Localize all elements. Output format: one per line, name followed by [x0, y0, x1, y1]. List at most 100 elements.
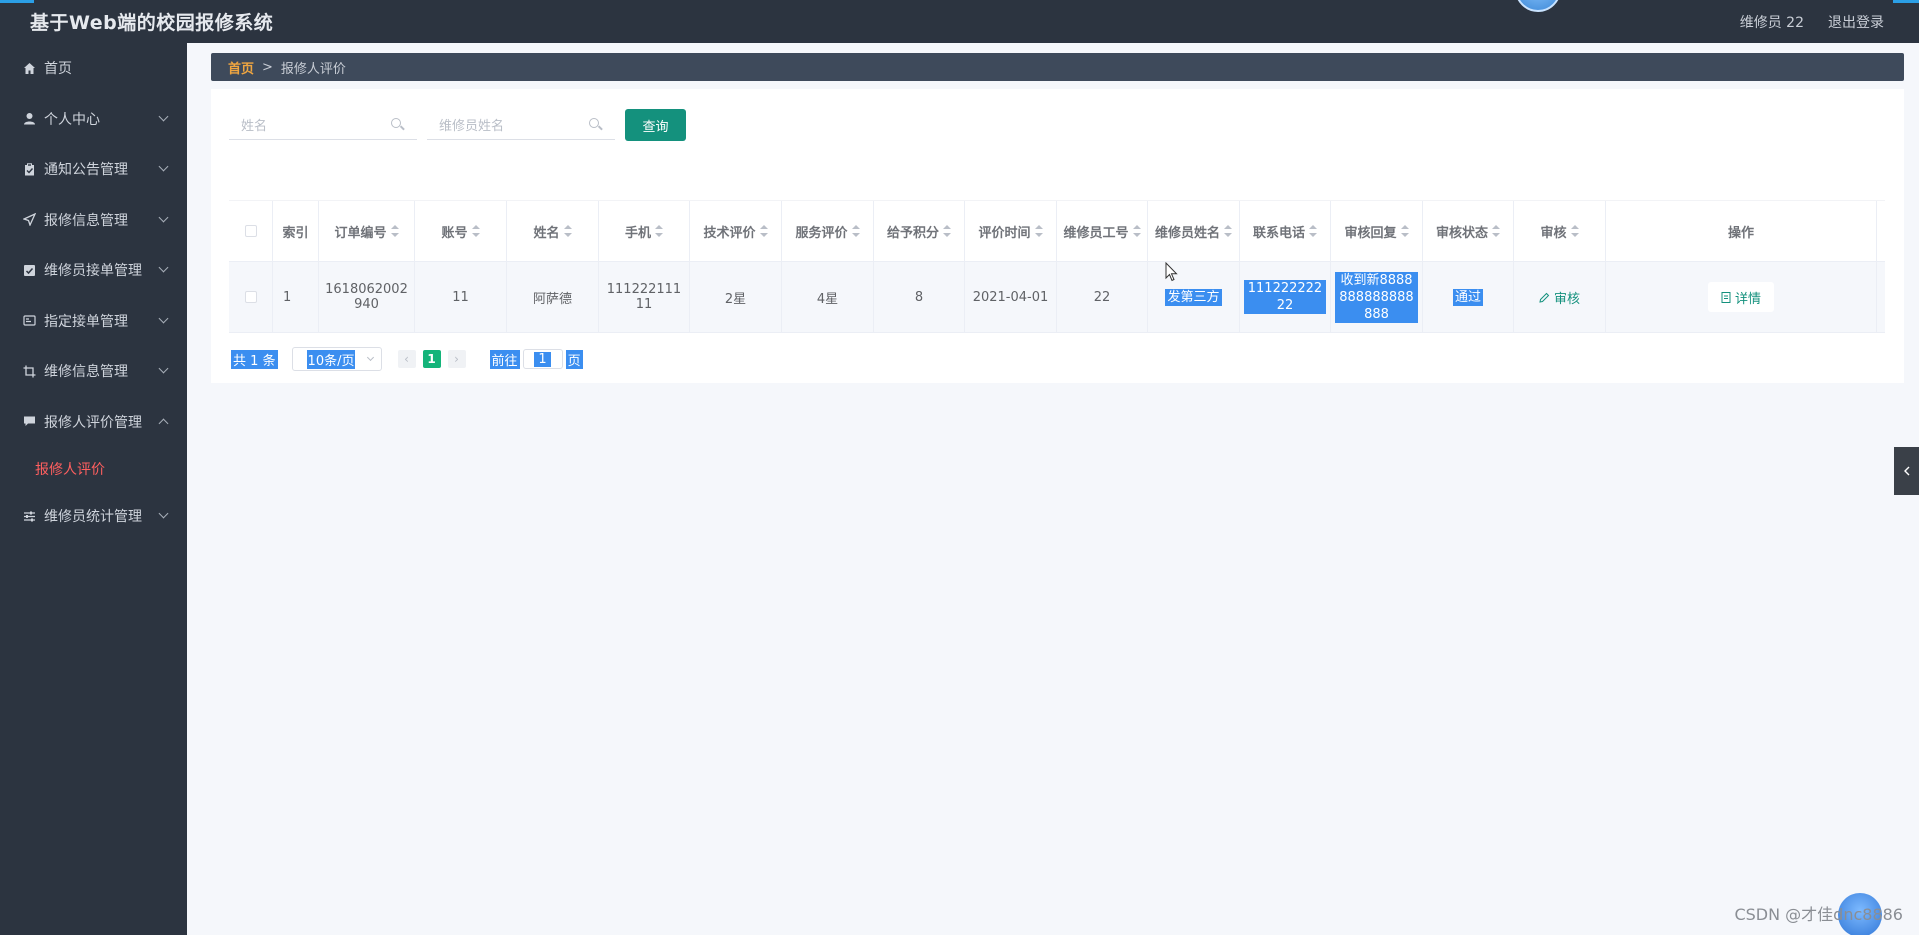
query-button[interactable]: 查询 — [625, 109, 686, 141]
header-label: 姓名 — [533, 225, 560, 241]
header-label: 服务评价 — [795, 225, 848, 241]
cell-index: 1 — [273, 262, 319, 332]
review-table: 索引 订单编号 账号 姓名 手机 技术评价 服务评价 给予积分 评价时间 维修员… — [229, 200, 1885, 333]
header-service-rating[interactable]: 服务评价 — [782, 201, 874, 261]
sliders-icon — [22, 509, 36, 523]
header-label: 维修员工号 — [1063, 225, 1129, 241]
header-label: 手机 — [624, 225, 651, 241]
header-contact-phone[interactable]: 联系电话 — [1240, 201, 1331, 261]
sidebar-item-label: 报修信息管理 — [44, 212, 128, 229]
sort-icon[interactable] — [390, 225, 399, 237]
cell-actions: 详情 — [1606, 262, 1877, 332]
sort-icon[interactable] — [563, 225, 572, 237]
detail-button[interactable]: 详情 — [1708, 282, 1774, 312]
header-audit-reply[interactable]: 审核回复 — [1331, 201, 1423, 261]
prev-page-button[interactable]: ‹ — [397, 350, 416, 368]
breadcrumb-separator: > — [262, 59, 273, 75]
page-number-current[interactable]: 1 — [422, 350, 441, 368]
header-worker-id[interactable]: 维修员工号 — [1057, 201, 1148, 261]
audit-button-label: 审核 — [1553, 291, 1580, 307]
chevron-down-icon — [158, 161, 169, 172]
sidebar-subitem-reporter-review[interactable]: 报修人评价 — [0, 447, 187, 491]
page-size-select[interactable]: 10条/页 — [291, 347, 382, 371]
goto-page-input[interactable]: 1 — [522, 349, 563, 369]
sort-icon[interactable] — [1400, 225, 1409, 237]
user-icon — [22, 112, 36, 126]
cell-account: 11 — [415, 262, 507, 332]
header-label: 审核回复 — [1344, 225, 1397, 241]
cell-phone: 11122211111 — [599, 262, 690, 332]
clipboard-icon — [22, 162, 36, 176]
sort-icon[interactable] — [851, 225, 860, 237]
sort-icon[interactable] — [759, 225, 768, 237]
header-account[interactable]: 账号 — [415, 201, 507, 261]
sidebar-item-label: 个人中心 — [44, 111, 100, 128]
audit-reply-text: 收到新8888888888888888 — [1335, 271, 1418, 323]
table-row[interactable]: 1 1618062002940 11 阿萨德 11122211111 2星 4星… — [229, 262, 1885, 333]
edit-icon — [1539, 292, 1550, 303]
sidebar-item-worker-statistics-management[interactable]: 维修员统计管理 — [0, 491, 187, 542]
sidebar-item-home[interactable]: 首页 — [0, 43, 187, 94]
header-label: 联系电话 — [1252, 225, 1305, 241]
cell-audit-status: 通过 — [1423, 262, 1514, 332]
chevron-up-icon — [158, 418, 169, 429]
header-name[interactable]: 姓名 — [507, 201, 599, 261]
row-checkbox[interactable] — [244, 291, 257, 303]
pagination-total: 共 1 条 — [231, 349, 278, 369]
worker-name-search-input[interactable]: 维修员姓名 — [427, 110, 615, 140]
worker-name-search-placeholder: 维修员姓名 — [439, 119, 505, 134]
audit-button[interactable]: 审核 — [1539, 288, 1580, 307]
header-audit[interactable]: 审核 — [1514, 201, 1606, 261]
sort-icon[interactable] — [1034, 225, 1043, 237]
sidebar-item-label: 维修信息管理 — [44, 364, 128, 381]
logout-link[interactable]: 退出登录 — [1828, 12, 1884, 32]
row-select[interactable] — [229, 262, 273, 332]
header-phone[interactable]: 手机 — [599, 201, 690, 261]
contact-phone-text: 11122222222 — [1244, 280, 1326, 314]
breadcrumb: 首页 > 报修人评价 — [211, 53, 1904, 81]
collapse-handle[interactable] — [1894, 447, 1919, 495]
page-size-value: 10条/页 — [306, 349, 356, 369]
sort-icon[interactable] — [1309, 225, 1317, 237]
header-label: 维修员姓名 — [1154, 225, 1220, 241]
sidebar-item-personal-center[interactable]: 个人中心 — [0, 94, 187, 145]
header-index: 索引 — [273, 201, 319, 261]
sidebar-item-assign-order-management[interactable]: 指定接单管理 — [0, 296, 187, 347]
cell-review-time: 2021-04-01 — [965, 262, 1057, 332]
detail-button-label: 详情 — [1734, 291, 1761, 307]
header-points[interactable]: 给予积分 — [874, 201, 965, 261]
sort-icon[interactable] — [1132, 225, 1141, 237]
comment-icon — [22, 415, 36, 429]
sidebar-item-label: 指定接单管理 — [44, 313, 128, 330]
breadcrumb-current: 报修人评价 — [280, 61, 346, 77]
sidebar-item-repair-record-management[interactable]: 维修信息管理 — [0, 346, 187, 397]
header-audit-status[interactable]: 审核状态 — [1423, 201, 1514, 261]
worker-name-text: 发第三方 — [1165, 288, 1222, 306]
sidebar-item-reporter-review-management[interactable]: 报修人评价管理 — [0, 397, 187, 448]
header-select-all[interactable] — [229, 201, 273, 261]
breadcrumb-home[interactable]: 首页 — [228, 58, 254, 77]
sort-icon[interactable] — [943, 225, 951, 237]
next-page-button[interactable]: › — [447, 350, 466, 368]
header-review-time[interactable]: 评价时间 — [965, 201, 1057, 261]
sidebar-item-repair-info-management[interactable]: 报修信息管理 — [0, 195, 187, 246]
sidebar: 首页 个人中心 通知公告管理 报修信息管理 维修员接单管理 指定接单管理 维修信… — [0, 43, 187, 935]
sort-icon[interactable] — [655, 225, 663, 237]
header-tech-rating[interactable]: 技术评价 — [690, 201, 782, 261]
cell-name: 阿萨德 — [507, 262, 599, 332]
sort-icon[interactable] — [1224, 225, 1232, 237]
select-all-checkbox[interactable] — [244, 225, 257, 237]
top-accent-left — [0, 0, 34, 3]
chevron-left-icon — [1903, 466, 1909, 476]
sort-icon[interactable] — [1492, 225, 1500, 237]
sidebar-item-notice-management[interactable]: 通知公告管理 — [0, 144, 187, 195]
top-bar: 基于Web端的校园报修系统 维修员 22 退出登录 — [0, 0, 1919, 43]
send-icon — [22, 213, 36, 227]
sort-icon[interactable] — [1570, 225, 1579, 237]
sidebar-item-worker-order-management[interactable]: 维修员接单管理 — [0, 245, 187, 296]
header-order-no[interactable]: 订单编号 — [319, 201, 415, 261]
header-worker-name[interactable]: 维修员姓名 — [1148, 201, 1240, 261]
sort-icon[interactable] — [471, 225, 480, 237]
cell-order-no: 1618062002940 — [319, 262, 415, 332]
name-search-input[interactable]: 姓名 — [229, 110, 417, 140]
